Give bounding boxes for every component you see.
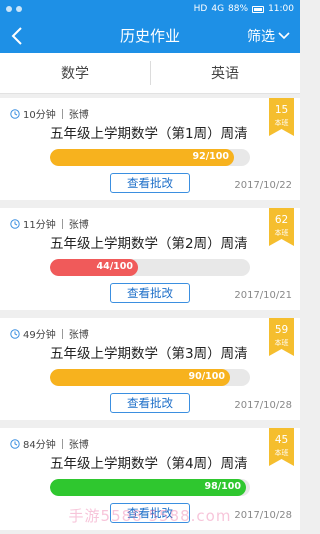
clock-icon	[10, 108, 20, 119]
teacher-name: 张博	[68, 110, 89, 121]
top-navigation-bar: 历史作业 筛选	[0, 18, 300, 53]
duration: 49分钟	[23, 330, 56, 341]
assignment-title: 五年级上学期数学（第2周）周清	[50, 236, 248, 252]
rank-number: 62	[274, 214, 289, 226]
rank-label: 本班	[274, 449, 289, 457]
duration: 11分钟	[23, 220, 56, 231]
rank-number: 15	[274, 104, 289, 116]
score-progress-fill: 90/100	[50, 369, 230, 386]
tab-label: 数学	[61, 66, 89, 82]
clock-time: 11:00	[268, 4, 294, 14]
tab-label: 英语	[211, 66, 239, 82]
view-correction-button[interactable]: 查看批改	[110, 503, 190, 523]
assignment-card: 10分钟 张博 五年级上学期数学（第1周）周清 92/100 查看批改 2017…	[0, 98, 300, 200]
score-progress-bar: 92/100	[50, 149, 250, 166]
class-rank-badge: 45 本班	[269, 428, 294, 466]
assignment-title: 五年级上学期数学（第4周）周清	[50, 456, 248, 472]
battery-percentage: 88%	[228, 4, 249, 14]
clock-icon	[10, 438, 20, 449]
assignment-title: 五年级上学期数学（第1周）周清	[50, 126, 248, 142]
network-indicator: 4G	[211, 4, 225, 14]
class-rank-badge: 59 本班	[269, 318, 294, 356]
teacher-name: 张博	[68, 330, 89, 341]
tab-math[interactable]: 数学	[0, 53, 150, 93]
score-progress-fill: 98/100	[50, 479, 246, 496]
score-text: 92/100	[192, 151, 229, 162]
assignment-meta: 11分钟 张博	[10, 216, 89, 231]
system-status: HD 4G 88% 11:00	[194, 4, 294, 14]
tab-english[interactable]: 英语	[150, 53, 300, 93]
rank-number: 45	[274, 434, 289, 446]
class-rank-badge: 62 本班	[269, 208, 294, 246]
back-button[interactable]	[0, 18, 34, 53]
rank-number: 59	[274, 324, 289, 336]
teacher-name: 张博	[68, 220, 89, 231]
clock-icon	[10, 218, 20, 229]
score-text: 44/100	[96, 261, 133, 272]
assignment-date: 2017/10/28	[234, 400, 292, 411]
score-progress-fill: 92/100	[50, 149, 234, 166]
divider	[61, 328, 63, 339]
battery-icon	[252, 5, 265, 13]
view-correction-button[interactable]: 查看批改	[110, 283, 190, 303]
assignment-card: 49分钟 张博 五年级上学期数学（第3周）周清 90/100 查看批改 2017…	[0, 318, 300, 420]
notification-icons	[6, 6, 22, 12]
assignment-title: 五年级上学期数学（第3周）周清	[50, 346, 248, 362]
score-text: 98/100	[204, 481, 241, 492]
filter-button[interactable]: 筛选	[247, 26, 300, 46]
filter-label: 筛选	[247, 28, 275, 45]
assignment-meta: 10分钟 张博	[10, 106, 89, 121]
assignment-card: 84分钟 张博 五年级上学期数学（第4周）周清 98/100 查看批改 2017…	[0, 428, 300, 530]
notification-icon	[6, 6, 12, 12]
status-bar: HD 4G 88% 11:00	[0, 0, 300, 18]
subject-tabs: 数学 英语	[0, 53, 300, 94]
duration: 84分钟	[23, 440, 56, 451]
assignment-meta: 84分钟 张博	[10, 436, 89, 451]
clock-icon	[10, 328, 20, 339]
hd-indicator: HD	[193, 4, 208, 14]
assignment-date: 2017/10/28	[234, 510, 292, 521]
chevron-left-icon	[11, 26, 22, 45]
assignment-date: 2017/10/21	[234, 290, 292, 301]
score-progress-bar: 98/100	[50, 479, 250, 496]
divider	[61, 438, 63, 449]
assignment-card: 11分钟 张博 五年级上学期数学（第2周）周清 44/100 查看批改 2017…	[0, 208, 300, 310]
class-rank-badge: 15 本班	[269, 98, 294, 136]
divider	[61, 218, 63, 229]
divider	[61, 108, 63, 119]
notification-icon	[16, 6, 22, 12]
score-progress-bar: 44/100	[50, 259, 250, 276]
view-correction-button[interactable]: 查看批改	[110, 173, 190, 193]
teacher-name: 张博	[68, 440, 89, 451]
assignment-meta: 49分钟 张博	[10, 326, 89, 341]
rank-label: 本班	[274, 119, 289, 127]
duration: 10分钟	[23, 110, 56, 121]
assignment-date: 2017/10/22	[234, 180, 292, 191]
rank-label: 本班	[274, 229, 289, 237]
chevron-down-icon	[278, 31, 290, 39]
view-correction-button[interactable]: 查看批改	[110, 393, 190, 413]
score-progress-fill: 44/100	[50, 259, 138, 276]
assignment-list: 10分钟 张博 五年级上学期数学（第1周）周清 92/100 查看批改 2017…	[0, 94, 300, 530]
score-text: 90/100	[188, 371, 225, 382]
score-progress-bar: 90/100	[50, 369, 250, 386]
rank-label: 本班	[274, 339, 289, 347]
